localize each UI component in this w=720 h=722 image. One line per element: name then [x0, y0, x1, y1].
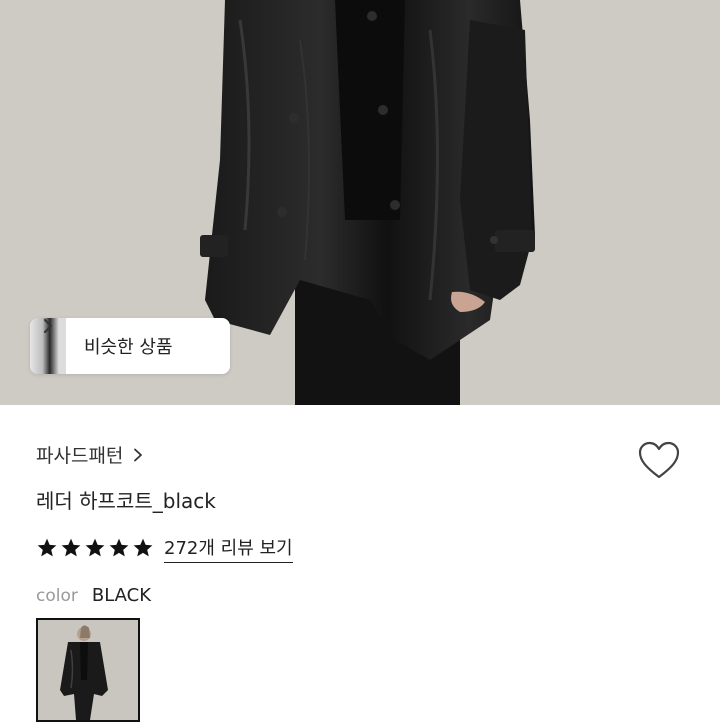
- swatch-thumbnail: [38, 620, 138, 720]
- product-title: 레더 하프코트_black: [36, 489, 216, 513]
- star-icon: [37, 538, 57, 557]
- color-label: color: [36, 586, 78, 606]
- similar-products-button[interactable]: 비슷한 상품: [30, 318, 230, 374]
- chevron-right-icon: [134, 448, 143, 461]
- color-value: BLACK: [91, 585, 152, 606]
- star-rating: [36, 537, 154, 559]
- star-icon: [85, 538, 105, 557]
- view-reviews-link[interactable]: 272개 리뷰 보기: [164, 534, 293, 563]
- star-icon: [61, 538, 81, 557]
- color-swatch-black[interactable]: [36, 618, 140, 722]
- similar-products-label: 비슷한 상품: [84, 337, 173, 358]
- rating-row: 272개 리뷰 보기: [36, 533, 293, 563]
- star-icon: [109, 538, 129, 557]
- color-option-row: color BLACK: [36, 585, 151, 606]
- chevron-right-icon: [44, 319, 52, 333]
- heart-icon[interactable]: [637, 440, 681, 480]
- star-icon: [133, 538, 153, 557]
- brand-link[interactable]: 파사드패턴: [36, 441, 143, 468]
- brand-name: 파사드패턴: [36, 445, 124, 467]
- product-hero-image[interactable]: 비슷한 상품: [0, 0, 720, 405]
